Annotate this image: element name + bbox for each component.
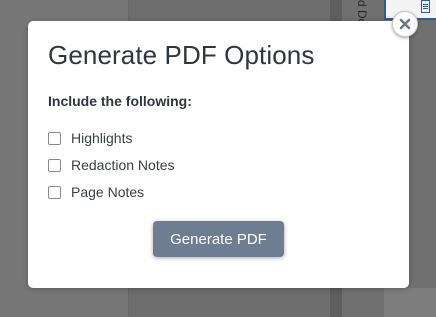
redaction-notes-label: Redaction Notes <box>71 157 175 173</box>
background-card <box>384 288 436 317</box>
document-icon <box>421 0 430 13</box>
page-notes-checkbox[interactable] <box>48 185 61 199</box>
page-notes-label: Page Notes <box>71 184 145 200</box>
modal-title: Generate PDF Options <box>48 40 315 70</box>
option-page-notes[interactable]: Page Notes <box>48 183 144 201</box>
generate-pdf-button[interactable]: Generate PDF <box>153 221 284 257</box>
redaction-notes-checkbox[interactable] <box>48 158 61 172</box>
section-label: Include the following: <box>48 93 192 109</box>
option-highlights[interactable]: Highlights <box>48 129 132 147</box>
close-icon <box>399 18 411 30</box>
generate-pdf-modal: Generate PDF Options Include the followi… <box>28 21 409 288</box>
highlights-label: Highlights <box>71 130 133 146</box>
close-button[interactable] <box>392 11 418 37</box>
highlights-checkbox[interactable] <box>48 131 61 145</box>
option-redaction-notes[interactable]: Redaction Notes <box>48 156 175 174</box>
